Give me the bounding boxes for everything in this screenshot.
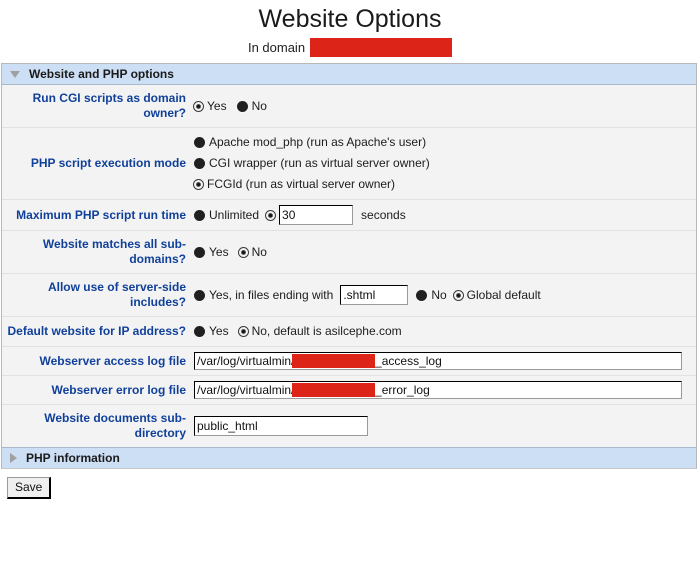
triangle-down-icon bbox=[10, 70, 20, 78]
form-footer: Save bbox=[0, 469, 700, 499]
row-max-run-time: Maximum PHP script run time Unlimited se… bbox=[2, 199, 696, 231]
radio-ssi-yes[interactable] bbox=[194, 289, 205, 301]
radio-label-max-run-time-unlimited: Unlimited bbox=[209, 207, 260, 222]
value-doc-subdir bbox=[194, 405, 696, 448]
label-run-cgi: Run CGI scripts as domain owner? bbox=[2, 85, 194, 128]
value-default-website: Yes No, default is asilcephe.com bbox=[194, 316, 696, 347]
label-server-side-includes: Allow use of server-side includes? bbox=[2, 273, 194, 317]
value-server-side-includes: Yes, in files ending with No Global defa… bbox=[194, 273, 696, 317]
radio-group-match-subdomains: Yes No bbox=[194, 243, 692, 262]
access-log-prefix: /var/log/virtualmin/d bbox=[197, 354, 302, 368]
page-title: Website Options bbox=[258, 5, 442, 33]
row-access-log: Webserver access log file /var/log/virtu… bbox=[2, 346, 696, 376]
radio-php-mode-fcgid[interactable] bbox=[193, 179, 204, 190]
radio-label-default-website-yes: Yes bbox=[209, 324, 229, 338]
domain-subtitle-label: In domain bbox=[247, 39, 306, 55]
value-php-mode: Apache mod_php (run as Apache's user) CG… bbox=[193, 127, 696, 200]
radio-php-mode-cgi[interactable] bbox=[194, 158, 205, 169]
radio-label-match-subdomains-yes: Yes bbox=[209, 244, 229, 259]
radio-row-php-mode-fcgid: FCGId (run as virtual server owner) bbox=[193, 175, 692, 194]
radio-label-ssi-global-default: Global default bbox=[466, 287, 541, 302]
row-doc-subdir: Website documents sub-directory bbox=[2, 405, 696, 448]
radio-label-ssi-no: No bbox=[431, 287, 447, 302]
radio-run-cgi-yes[interactable] bbox=[193, 100, 204, 112]
redacted-error-log-domain bbox=[292, 383, 376, 397]
row-default-website: Default website for IP address? Yes No, … bbox=[2, 316, 696, 347]
radio-row-php-mode-modphp: Apache mod_php (run as Apache's user) bbox=[194, 133, 692, 152]
value-error-log: /var/log/virtualmin/d _error_log bbox=[194, 375, 696, 405]
redacted-domain-name bbox=[310, 37, 453, 57]
label-default-website: Default website for IP address? bbox=[2, 316, 194, 347]
label-access-log: Webserver access log file bbox=[2, 346, 194, 376]
radio-label-php-mode-fcgid: FCGId (run as virtual server owner) bbox=[207, 177, 396, 191]
options-table: Run CGI scripts as domain owner? Yes No … bbox=[2, 85, 696, 447]
section-header-website-php[interactable]: Website and PHP options bbox=[2, 64, 696, 85]
triangle-right-icon bbox=[10, 453, 17, 463]
radio-label-run-cgi-yes: Yes bbox=[207, 98, 227, 113]
domain-subtitle: In domain bbox=[0, 37, 700, 57]
row-match-subdomains: Website matches all sub-domains? Yes No bbox=[2, 230, 696, 274]
section-header-php-information[interactable]: PHP information bbox=[2, 447, 696, 468]
row-error-log: Webserver error log file /var/log/virtua… bbox=[2, 375, 696, 405]
label-match-subdomains: Website matches all sub-domains? bbox=[2, 230, 194, 274]
section-title-website-php: Website and PHP options bbox=[29, 67, 174, 81]
label-php-mode: PHP script execution mode bbox=[2, 127, 194, 200]
value-max-run-time: Unlimited seconds bbox=[194, 199, 696, 231]
radio-default-website-no[interactable] bbox=[237, 326, 249, 337]
radio-group-max-run-time: Unlimited seconds bbox=[194, 205, 692, 225]
error-log-input[interactable]: /var/log/virtualmin/d _error_log bbox=[194, 381, 682, 399]
radio-max-run-time-unlimited[interactable] bbox=[194, 209, 205, 221]
row-php-mode: PHP script execution mode Apache mod_php… bbox=[2, 127, 696, 200]
label-error-log: Webserver error log file bbox=[2, 375, 194, 405]
label-max-run-time: Maximum PHP script run time bbox=[2, 199, 194, 231]
radio-group-server-side-includes: Yes, in files ending with No Global defa… bbox=[194, 285, 692, 305]
access-log-suffix: _access_log bbox=[375, 354, 442, 368]
max-run-time-input[interactable] bbox=[279, 205, 354, 225]
radio-default-website-yes[interactable] bbox=[194, 326, 205, 337]
value-run-cgi: Yes No bbox=[193, 85, 696, 128]
radio-group-default-website: Yes No, default is asilcephe.com bbox=[194, 322, 692, 341]
website-options-form: Website and PHP options Run CGI scripts … bbox=[1, 63, 697, 469]
row-server-side-includes: Allow use of server-side includes? Yes, … bbox=[2, 273, 696, 317]
radio-php-mode-modphp[interactable] bbox=[194, 137, 205, 148]
save-button[interactable]: Save bbox=[7, 477, 52, 499]
radio-match-subdomains-no[interactable] bbox=[237, 246, 249, 258]
radio-label-match-subdomains-no: No bbox=[251, 244, 267, 259]
radio-group-run-cgi: Yes No bbox=[193, 97, 692, 116]
redacted-access-log-domain bbox=[292, 354, 376, 368]
radio-row-php-mode-cgi: CGI wrapper (run as virtual server owner… bbox=[194, 154, 692, 173]
page-header: Website Options In domain bbox=[0, 0, 700, 57]
radio-label-php-mode-modphp: Apache mod_php (run as Apache's user) bbox=[209, 135, 427, 149]
section-title-php-information: PHP information bbox=[26, 451, 120, 465]
radio-label-run-cgi-no: No bbox=[251, 98, 267, 113]
error-log-prefix: /var/log/virtualmin/d bbox=[197, 383, 302, 397]
access-log-input[interactable]: /var/log/virtualmin/d _access_log bbox=[194, 352, 682, 370]
radio-ssi-global-default[interactable] bbox=[452, 289, 464, 301]
ssi-extension-input[interactable] bbox=[340, 285, 409, 305]
error-log-suffix: _error_log bbox=[375, 383, 430, 397]
label-doc-subdir: Website documents sub-directory bbox=[44, 411, 186, 440]
radio-max-run-time-custom[interactable] bbox=[265, 209, 277, 221]
radio-match-subdomains-yes[interactable] bbox=[194, 246, 205, 258]
radio-ssi-no[interactable] bbox=[416, 289, 428, 301]
radio-run-cgi-no[interactable] bbox=[236, 100, 248, 112]
value-access-log: /var/log/virtualmin/d _access_log bbox=[194, 346, 696, 376]
value-match-subdomains: Yes No bbox=[194, 230, 696, 274]
row-run-cgi: Run CGI scripts as domain owner? Yes No bbox=[2, 85, 696, 128]
radio-label-default-website-no: No, default is asilcephe.com bbox=[251, 324, 402, 338]
radio-label-php-mode-cgi: CGI wrapper (run as virtual server owner… bbox=[209, 156, 430, 170]
doc-subdir-input[interactable] bbox=[194, 416, 368, 436]
radio-label-ssi-yes: Yes, in files ending with bbox=[209, 287, 334, 302]
max-run-time-unit: seconds bbox=[361, 207, 406, 222]
